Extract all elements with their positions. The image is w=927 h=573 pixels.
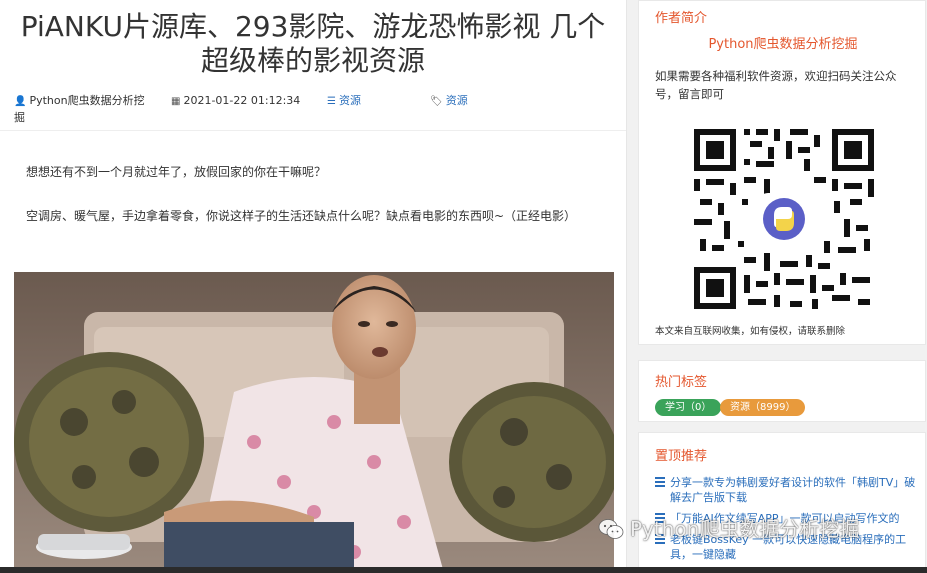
watermark-text: Python爬虫数据分析挖掘 [630,517,860,541]
qr-code [694,129,874,309]
author-name: Python爬虫数据分析挖掘 [14,94,145,124]
list-item[interactable]: 分享一款专为韩剧爱好者设计的软件「韩剧TV」破解去广告版下载 [655,475,917,505]
hot-tags-heading: 热门标签 [655,375,708,390]
author-card: 作者简介 Python爬虫数据分析挖掘 如果需要各种福利软件资源，欢迎扫码关注公… [638,0,926,345]
pinned-heading: 置顶推荐 [655,449,708,464]
article-meta: 👤 Python爬虫数据分析挖掘 ▦ 2021-01-22 01:12:34 ☰ 资源… [14,93,614,125]
article-title: PiANKU片源库、293影院、游龙恐怖影视 几个 超级棒的影视资源 [0,10,626,78]
meta-divider [0,130,626,131]
meta-date: ▦ 2021-01-22 01:12:34 [171,93,300,110]
author-card-heading: 作者简介 [655,11,708,26]
pinned-link[interactable]: 分享一款专为韩剧爱好者设计的软件「韩剧TV」破解去广告版下载 [655,475,917,505]
copyright-note: 本文来自互联网收集，如有侵权，请联系删除 [655,326,846,337]
list-bullet-icon [655,477,665,487]
tag-pill-study[interactable]: 学习（0） [655,399,722,416]
calendar-icon: ▦ [171,96,181,107]
movie-still-illustration [14,272,614,573]
tag-link[interactable]: 资源 [446,94,468,107]
title-line-1: PiANKU片源库、293影院、游龙恐怖影视 几个 [20,10,606,43]
post-datetime: 2021-01-22 01:12:34 [183,94,301,107]
article-paragraph-2: 空调房、暖气屋，手边拿着零食，你说这样子的生活还缺点什么呢？缺点看电影的东西呗~… [26,209,577,223]
pinned-card: 置顶推荐 分享一款专为韩剧爱好者设计的软件「韩剧TV」破解去广告版下载 「万能A… [638,432,926,573]
tag-pill-resource[interactable]: 资源（8999） [720,399,806,416]
sidebar: 作者简介 Python爬虫数据分析挖掘 如果需要各种福利软件资源，欢迎扫码关注公… [638,0,926,573]
tag-icon: 🏷 [430,96,443,107]
author-card-name[interactable]: Python爬虫数据分析挖掘 [639,33,927,52]
hot-tags-card: 热门标签 学习（0） 资源（8999） [638,360,926,422]
article-image [14,272,614,573]
meta-category[interactable]: ☰ 资源 [327,93,361,110]
list-icon: ☰ [327,96,336,107]
meta-tag[interactable]: 🏷 资源 [430,93,468,110]
title-line-2: 超级棒的影视资源 [200,44,425,77]
author-card-description: 如果需要各种福利软件资源，欢迎扫码关注公众号，留言即可 [655,69,897,101]
user-icon: 👤 [14,96,27,107]
category-link[interactable]: 资源 [339,94,361,107]
bottom-scroll-strip [0,567,927,573]
article-paragraph-1: 想想还有不到一个月就过年了，放假回家的你在干嘛呢？ [26,165,327,179]
article-main: PiANKU片源库、293影院、游龙恐怖影视 几个 超级棒的影视资源 👤 Pyth… [0,0,627,573]
wechat-icon [598,519,624,539]
meta-author[interactable]: 👤 Python爬虫数据分析挖掘 [14,93,149,126]
